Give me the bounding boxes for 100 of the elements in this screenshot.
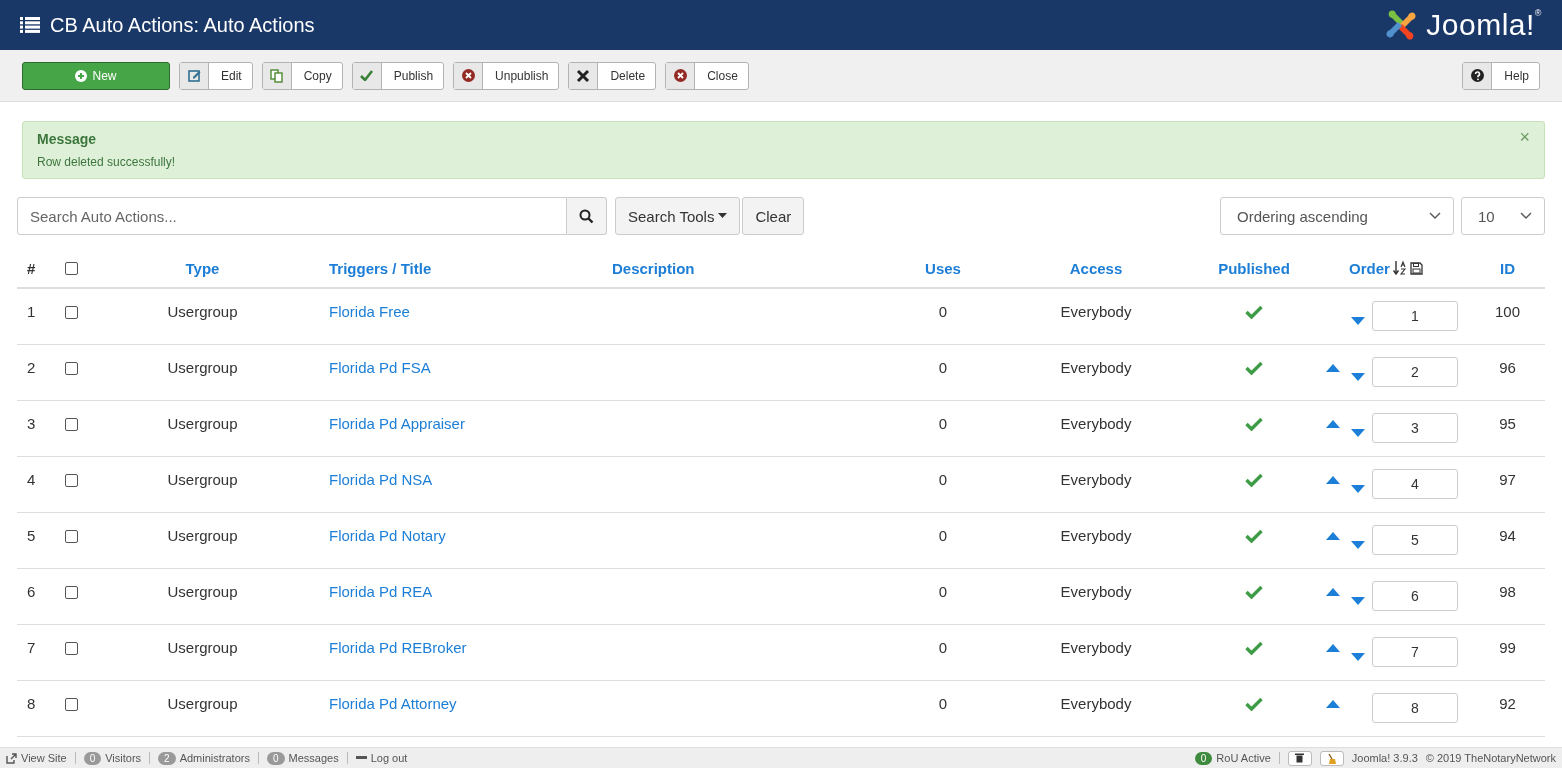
row-checkbox[interactable]: [64, 586, 78, 599]
title-link[interactable]: Florida Pd Attorney: [329, 695, 457, 712]
column-header[interactable]: Order: [1349, 259, 1390, 277]
column-header[interactable]: Triggers / Title: [329, 259, 432, 277]
close-button[interactable]: Close: [665, 61, 749, 90]
column-header[interactable]: ID: [1500, 259, 1515, 277]
row-checkbox[interactable]: [64, 530, 78, 543]
order-field[interactable]: 5: [1372, 525, 1458, 555]
search-field[interactable]: Search Auto Actions...: [17, 197, 567, 235]
row-checkbox[interactable]: [64, 474, 78, 487]
move-up-icon[interactable]: [1326, 700, 1340, 708]
table-cell: Usergroup: [167, 527, 238, 544]
title-link[interactable]: Florida Pd FSA: [329, 359, 431, 376]
edit-button[interactable]: Edit: [179, 61, 253, 90]
published-check-icon[interactable]: [1245, 641, 1263, 655]
logout-link[interactable]: Log out: [370, 752, 408, 764]
table-cell: Everybody: [1060, 583, 1132, 600]
table-cell: 98: [1499, 583, 1516, 600]
status-text: Joomla! 3.9.3: [1351, 752, 1418, 764]
help-button[interactable]: Help: [1462, 61, 1540, 90]
delete-button[interactable]: Delete: [568, 61, 657, 90]
move-down-icon[interactable]: [1351, 653, 1365, 661]
table-cell: 6: [27, 583, 36, 600]
plus-circle-icon: [75, 69, 88, 82]
order-field[interactable]: 7: [1372, 637, 1458, 667]
table-cell: Everybody: [1060, 695, 1132, 712]
title-link[interactable]: Florida Pd Notary: [329, 527, 446, 544]
title-link[interactable]: Florida Pd REBroker: [329, 639, 467, 656]
move-up-icon[interactable]: [1326, 420, 1340, 428]
column-header[interactable]: Published: [1218, 259, 1290, 277]
row-checkbox[interactable]: [64, 418, 78, 431]
table-cell: Everybody: [1060, 415, 1132, 432]
title-link[interactable]: Florida Free: [329, 303, 410, 320]
published-check-icon[interactable]: [1245, 473, 1263, 487]
table-cell: 2: [27, 359, 36, 376]
table-cell: Usergroup: [167, 303, 238, 320]
column-header[interactable]: Uses: [925, 259, 961, 277]
title-link[interactable]: Florida Pd REA: [329, 583, 433, 600]
published-check-icon[interactable]: [1245, 361, 1263, 375]
view-site-link[interactable]: View Site: [21, 752, 67, 764]
minus-icon: [355, 756, 367, 760]
search-icon: [579, 208, 594, 224]
order-field[interactable]: 4: [1372, 469, 1458, 499]
published-check-icon[interactable]: [1245, 585, 1263, 599]
clear-button[interactable]: Clear: [742, 197, 805, 235]
message-text: Row deleted successfully!: [37, 155, 176, 169]
status-label: Visitors: [105, 752, 142, 764]
published-check-icon[interactable]: [1245, 417, 1263, 431]
move-down-icon[interactable]: [1351, 485, 1365, 493]
select-all-checkbox[interactable]: [64, 261, 78, 275]
x-icon: [576, 68, 591, 83]
move-up-icon[interactable]: [1326, 644, 1340, 652]
move-down-icon[interactable]: [1351, 317, 1365, 325]
order-field[interactable]: 2: [1372, 357, 1458, 387]
table-cell: Everybody: [1060, 527, 1132, 544]
limit-select[interactable]: 10: [1461, 197, 1545, 235]
row-checkbox[interactable]: [64, 698, 78, 711]
move-up-icon[interactable]: [1326, 532, 1340, 540]
unpublish-button[interactable]: Unpublish: [453, 61, 560, 90]
move-up-icon[interactable]: [1326, 364, 1340, 372]
cache-button[interactable]: [1287, 750, 1312, 766]
move-down-icon[interactable]: [1351, 429, 1365, 437]
table-cell: 96: [1499, 359, 1516, 376]
title-link[interactable]: Florida Pd NSA: [329, 471, 433, 488]
sort-icon[interactable]: [1392, 260, 1407, 276]
row-checkbox[interactable]: [64, 642, 78, 655]
column-header[interactable]: Access: [1069, 259, 1123, 277]
copy-button[interactable]: Copy: [261, 61, 343, 90]
order-field[interactable]: 3: [1372, 413, 1458, 443]
move-down-icon[interactable]: [1351, 373, 1365, 381]
ordering-select[interactable]: Ordering ascending: [1220, 197, 1454, 235]
title-link[interactable]: Florida Pd Appraiser: [329, 415, 465, 432]
order-field[interactable]: 1: [1372, 301, 1458, 331]
save-icon[interactable]: [1409, 261, 1423, 275]
published-check-icon[interactable]: [1245, 305, 1263, 319]
row-checkbox[interactable]: [64, 362, 78, 375]
table-cell: 0: [938, 583, 948, 600]
publish-button[interactable]: Publish: [351, 61, 445, 90]
move-down-icon[interactable]: [1351, 541, 1365, 549]
table-cell: 0: [938, 471, 948, 488]
row-checkbox[interactable]: [64, 306, 78, 319]
search-tools-button[interactable]: Search Tools: [615, 197, 741, 235]
search-button[interactable]: [567, 197, 607, 235]
order-field[interactable]: 6: [1372, 581, 1458, 611]
published-check-icon[interactable]: [1245, 697, 1263, 711]
broom-icon: [1326, 752, 1337, 764]
published-check-icon[interactable]: [1245, 529, 1263, 543]
column-header[interactable]: Type: [185, 259, 220, 277]
order-field[interactable]: 8: [1372, 693, 1458, 723]
table-cell: 0: [938, 303, 948, 320]
broom-button[interactable]: [1319, 750, 1344, 766]
move-up-icon[interactable]: [1326, 588, 1340, 596]
move-down-icon[interactable]: [1351, 597, 1365, 605]
table-cell: 0: [938, 527, 948, 544]
move-up-icon[interactable]: [1326, 476, 1340, 484]
column-header[interactable]: Description: [612, 259, 695, 277]
status-label: Messages: [288, 752, 339, 764]
list-icon: [20, 17, 40, 33]
table-cell: 94: [1499, 527, 1516, 544]
table-cell: 5: [27, 527, 36, 544]
